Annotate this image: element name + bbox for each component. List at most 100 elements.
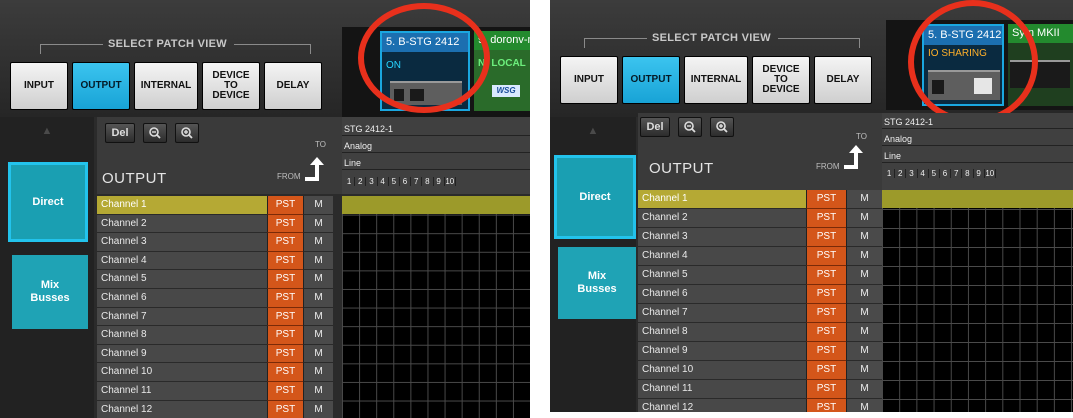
pst-button[interactable]: PST [806, 247, 846, 266]
mute-button[interactable]: M [303, 270, 333, 289]
up-arrow-icon[interactable]: ▲ [0, 125, 94, 137]
pst-button[interactable]: PST [267, 196, 303, 215]
pst-button[interactable]: PST [806, 342, 846, 361]
channel-row[interactable]: Channel 4 PST M [638, 247, 882, 266]
pst-button[interactable]: PST [806, 361, 846, 380]
pst-button[interactable]: PST [267, 363, 303, 382]
output-view-button[interactable]: OUTPUT [622, 56, 680, 104]
mute-button[interactable]: M [303, 382, 333, 401]
channel-row[interactable]: Channel 3 PST M [97, 233, 333, 252]
mute-button[interactable]: M [303, 196, 333, 215]
channel-row[interactable]: Channel 9 PST M [638, 342, 882, 361]
channel-row[interactable]: Channel 6 PST M [638, 285, 882, 304]
column-number: 3 [906, 169, 918, 178]
zoom-in-icon[interactable] [175, 123, 199, 143]
pst-button[interactable]: PST [267, 307, 303, 327]
pst-button[interactable]: PST [806, 266, 846, 285]
mute-button[interactable]: M [303, 289, 333, 308]
channel-row[interactable]: Channel 3 PST M [638, 228, 882, 247]
patch-grid[interactable] [882, 190, 1073, 412]
pst-button[interactable]: PST [267, 289, 303, 308]
delay-view-button[interactable]: DELAY [264, 62, 322, 110]
zoom-out-icon[interactable] [678, 117, 702, 137]
internal-view-button[interactable]: INTERNAL [134, 62, 198, 110]
pst-button[interactable]: PST [806, 285, 846, 304]
pst-button[interactable]: PST [267, 400, 303, 418]
channel-row[interactable]: Channel 1 PST M [97, 196, 333, 215]
pst-button[interactable]: PST [806, 228, 846, 247]
channel-row[interactable]: Channel 12 PST M [97, 400, 333, 418]
mute-button[interactable]: M [303, 233, 333, 252]
mute-button[interactable]: M [303, 326, 333, 345]
channel-row[interactable]: Channel 8 PST M [97, 326, 333, 345]
output-view-button[interactable]: OUTPUT [72, 62, 130, 110]
input-view-button[interactable]: INPUT [10, 62, 68, 110]
mute-button[interactable]: M [846, 304, 882, 323]
tab-direct[interactable]: Direct [8, 162, 88, 242]
mute-button[interactable]: M [303, 344, 333, 364]
mute-button[interactable]: M [846, 190, 882, 209]
selected-row-highlight [342, 196, 530, 214]
channel-row[interactable]: Channel 5 PST M [638, 266, 882, 285]
channel-row[interactable]: Channel 6 PST M [97, 289, 333, 308]
channel-row[interactable]: Channel 10 PST M [97, 363, 333, 382]
mute-button[interactable]: M [303, 363, 333, 382]
pst-button[interactable]: PST [267, 233, 303, 252]
channel-row[interactable]: Channel 2 PST M [638, 209, 882, 228]
channel-row[interactable]: Channel 9 PST M [97, 344, 333, 364]
up-arrow-icon[interactable]: ▲ [550, 125, 636, 137]
pst-button[interactable]: PST [806, 304, 846, 323]
mute-button[interactable]: M [846, 323, 882, 342]
mute-button[interactable]: M [303, 400, 333, 418]
zoom-in-icon[interactable] [710, 117, 734, 137]
pst-button[interactable]: PST [267, 344, 303, 364]
channel-row[interactable]: Channel 8 PST M [638, 323, 882, 342]
delete-button[interactable]: Del [640, 117, 670, 137]
tab-mix-busses[interactable]: Mix Busses [12, 255, 88, 329]
mute-button[interactable]: M [303, 214, 333, 234]
pst-button[interactable]: PST [806, 380, 846, 399]
pst-button[interactable]: PST [267, 214, 303, 234]
channel-row[interactable]: Channel 11 PST M [97, 382, 333, 401]
internal-view-button[interactable]: INTERNAL [684, 56, 748, 104]
channel-row[interactable]: Channel 7 PST M [638, 304, 882, 323]
pst-button[interactable]: PST [267, 382, 303, 401]
patch-grid[interactable] [342, 196, 530, 418]
pst-button[interactable]: PST [806, 190, 846, 209]
channel-row[interactable]: Channel 1 PST M [638, 190, 882, 209]
mute-button[interactable]: M [303, 307, 333, 327]
channel-row[interactable]: Channel 12 PST M [638, 399, 882, 412]
tab-mix-busses[interactable]: Mix Busses [558, 247, 636, 319]
input-view-button[interactable]: INPUT [560, 56, 618, 104]
device-to-device-view-button[interactable]: DEVICE TO DEVICE [202, 62, 260, 110]
mute-button[interactable]: M [846, 380, 882, 399]
pst-button[interactable]: PST [806, 209, 846, 228]
pst-button[interactable]: PST [806, 399, 846, 412]
mute-button[interactable]: M [846, 342, 882, 361]
delay-view-button[interactable]: DELAY [814, 56, 872, 104]
delete-button[interactable]: Del [105, 123, 135, 143]
channel-row[interactable]: Channel 2 PST M [97, 214, 333, 234]
patch-panel-right: SELECT PATCH VIEW INPUT OUTPUT INTERNAL … [550, 0, 1073, 412]
tab-direct[interactable]: Direct [554, 155, 636, 239]
channel-row[interactable]: Channel 10 PST M [638, 361, 882, 380]
pst-button[interactable]: PST [267, 326, 303, 345]
mute-button[interactable]: M [846, 361, 882, 380]
pst-button[interactable]: PST [267, 270, 303, 289]
mute-button[interactable]: M [303, 251, 333, 271]
mute-button[interactable]: M [846, 228, 882, 247]
pst-button[interactable]: PST [806, 323, 846, 342]
mute-button[interactable]: M [846, 209, 882, 228]
channel-row[interactable]: Channel 4 PST M [97, 251, 333, 271]
mute-button[interactable]: M [846, 266, 882, 285]
mute-button[interactable]: M [846, 247, 882, 266]
zoom-out-icon[interactable] [143, 123, 167, 143]
device-to-device-view-button[interactable]: DEVICE TO DEVICE [752, 56, 810, 104]
channel-name: Channel 7 [97, 307, 267, 327]
mute-button[interactable]: M [846, 399, 882, 412]
pst-button[interactable]: PST [267, 251, 303, 271]
channel-row[interactable]: Channel 5 PST M [97, 270, 333, 289]
mute-button[interactable]: M [846, 285, 882, 304]
channel-row[interactable]: Channel 11 PST M [638, 380, 882, 399]
channel-row[interactable]: Channel 7 PST M [97, 307, 333, 327]
